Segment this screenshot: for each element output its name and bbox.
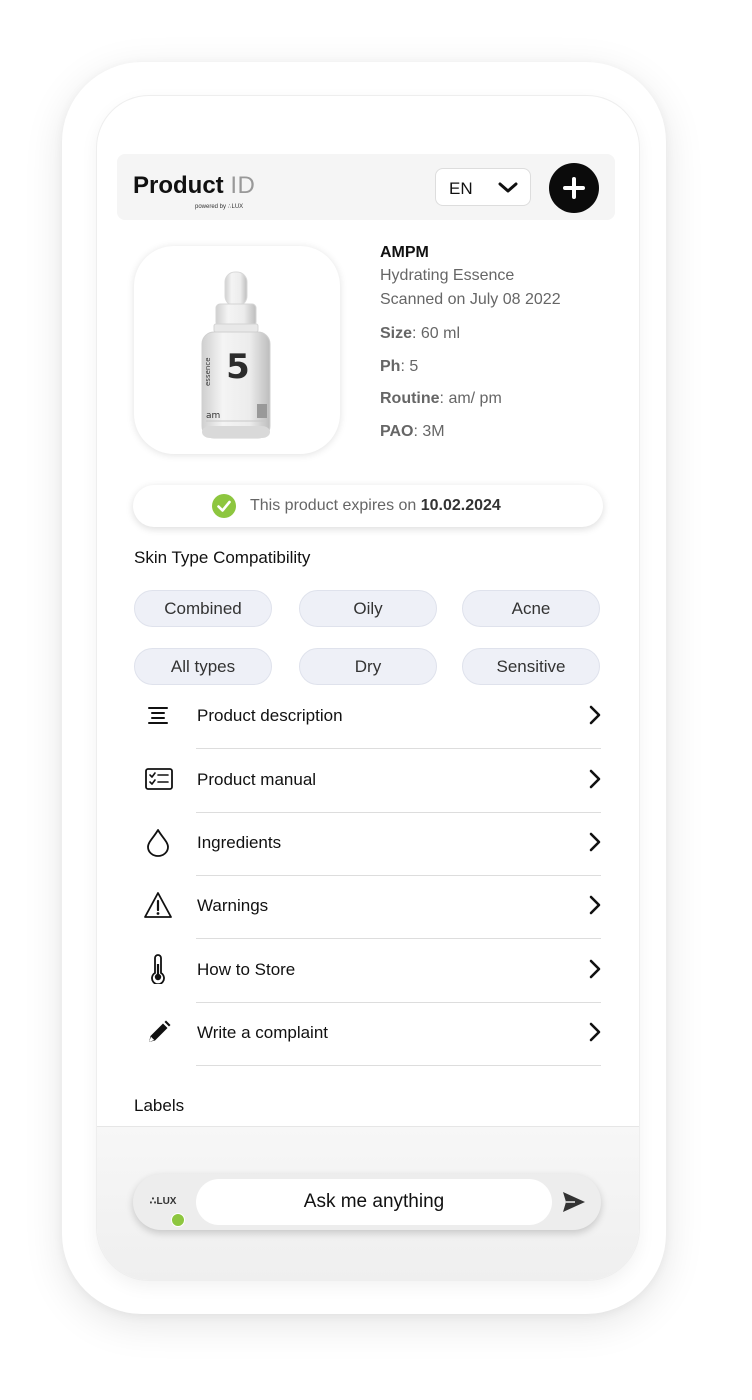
menu-item-write-complaint[interactable]: Write a complaint	[133, 1003, 603, 1066]
product-info: AMPM Hydrating Essence Scanned on July 0…	[380, 242, 630, 454]
menu-label: Product manual	[197, 770, 317, 789]
check-circle-icon	[212, 494, 236, 518]
product-specs: Size: 60 ml Ph: 5 Routine: am/ pm PAO: 3…	[380, 324, 630, 442]
spec-size: Size: 60 ml	[380, 325, 461, 342]
divider	[196, 1065, 601, 1066]
powered-by-text: powered by ∴LUX	[195, 204, 244, 210]
pencil-icon	[149, 1020, 171, 1042]
expiry-message: This product expires on 10.02.2024	[250, 497, 501, 514]
chip-all-types[interactable]: All types	[134, 648, 272, 685]
menu-item-product-description[interactable]: Product description	[133, 686, 603, 749]
expiry-banner: This product expires on 10.02.2024	[133, 485, 603, 527]
chat-input[interactable]	[196, 1179, 552, 1225]
chip-dry[interactable]: Dry	[299, 648, 437, 685]
spec-ph: Ph: 5	[380, 357, 419, 375]
product-brand: AMPM	[380, 244, 429, 261]
chevron-right-icon	[589, 705, 601, 725]
divider	[196, 938, 601, 939]
send-icon[interactable]	[561, 1190, 587, 1214]
menu-label: Ingredients	[197, 833, 282, 852]
menu-label: Product description	[197, 706, 343, 725]
product-id-logo: Product ID	[133, 172, 255, 200]
app-header: Product ID powered by ∴LUX EN	[117, 154, 615, 220]
spec-routine: Routine: am/ pm	[380, 390, 502, 407]
chip-sensitive[interactable]: Sensitive	[462, 648, 600, 685]
list-lines-icon	[148, 707, 168, 724]
scan-date: Scanned on July 08 2022	[380, 291, 561, 308]
thermometer-icon	[151, 954, 165, 984]
bottle-label-text: essence	[204, 358, 212, 387]
spec-pao: PAO: 3M	[380, 422, 445, 440]
online-status-dot	[171, 1213, 185, 1227]
checklist-icon	[145, 768, 173, 790]
add-button[interactable]	[549, 163, 599, 213]
bottle-number: 5	[226, 347, 250, 387]
chip-acne[interactable]: Acne	[462, 590, 600, 627]
logo-bold-text: Product	[133, 172, 224, 199]
plus-icon	[563, 177, 585, 199]
menu-label: Write a complaint	[197, 1023, 329, 1042]
menu-item-product-manual[interactable]: Product manual	[133, 750, 603, 813]
chevron-right-icon	[589, 895, 601, 915]
app-screen: Product ID powered by ∴LUX EN 5 essence …	[97, 96, 639, 1280]
bottle-brand-text: am	[206, 411, 220, 421]
logo-light-text: ID	[230, 172, 256, 199]
skin-type-title: Skin Type Compatibility	[134, 548, 311, 567]
warning-icon	[144, 892, 172, 918]
expiry-date: 10.02.2024	[420, 497, 501, 514]
menu-label: How to Store	[197, 960, 296, 979]
menu-item-warnings[interactable]: Warnings	[133, 876, 603, 939]
chip-oily[interactable]: Oily	[299, 590, 437, 627]
drop-icon	[147, 829, 169, 857]
chevron-right-icon	[589, 769, 601, 789]
chevron-right-icon	[589, 1022, 601, 1042]
language-select[interactable]: EN	[435, 168, 531, 206]
chip-combined[interactable]: Combined	[134, 590, 272, 627]
divider	[196, 748, 601, 749]
menu-item-how-to-store[interactable]: How to Store	[133, 940, 603, 1003]
labels-title: Labels	[134, 1096, 185, 1115]
bottle-image: 5 essence am	[201, 271, 271, 439]
menu-label: Warnings	[197, 896, 269, 915]
chevron-right-icon	[589, 832, 601, 852]
language-value: EN	[449, 179, 473, 198]
chat-bar: ∴LUX	[133, 1174, 601, 1230]
product-image: 5 essence am	[134, 246, 340, 454]
product-name: Hydrating Essence	[380, 267, 515, 284]
menu-item-ingredients[interactable]: Ingredients	[133, 813, 603, 876]
chevron-down-icon	[498, 182, 518, 193]
chevron-right-icon	[589, 959, 601, 979]
